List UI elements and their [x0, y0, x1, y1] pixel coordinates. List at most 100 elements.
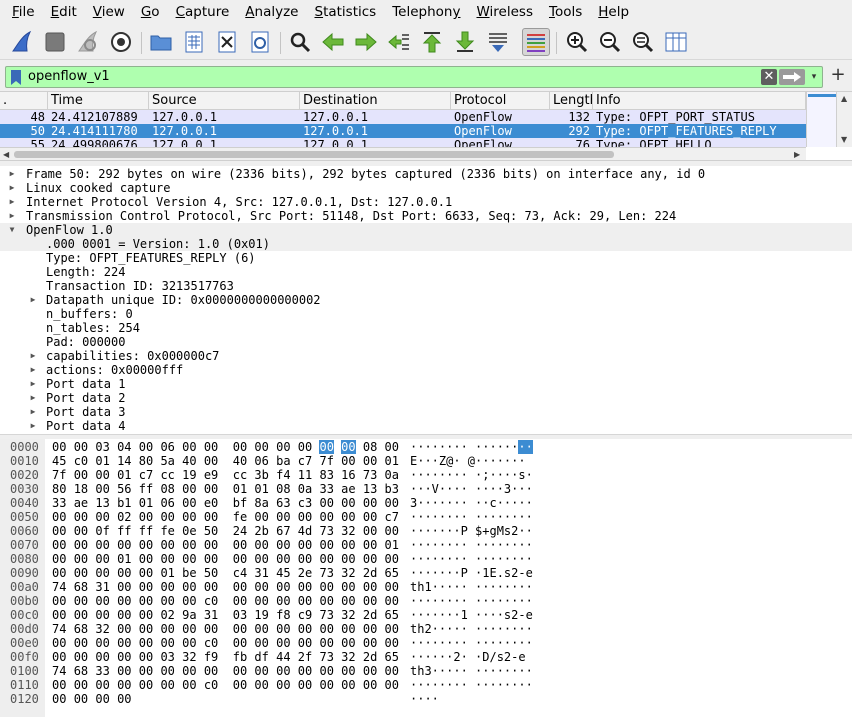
hex-byte[interactable]: 00	[160, 510, 174, 524]
colorize-button[interactable]	[522, 28, 550, 56]
hex-dump[interactable]: 00 00 00 00 00 02 9a 31 03 19 f8 c9 73 3…	[52, 608, 399, 622]
hex-byte[interactable]: ff	[139, 524, 153, 538]
hex-byte[interactable]: 19	[254, 608, 268, 622]
detail-tree-item[interactable]: n_buffers: 0	[0, 307, 852, 321]
hex-byte[interactable]: c7	[298, 454, 312, 468]
hex-byte[interactable]: 00	[204, 552, 218, 566]
hex-byte[interactable]: 00	[95, 510, 109, 524]
hex-byte[interactable]: 68	[74, 580, 88, 594]
hex-byte[interactable]: 00	[52, 594, 66, 608]
hex-byte[interactable]: ae	[341, 482, 355, 496]
hex-byte[interactable]: ff	[117, 524, 131, 538]
hex-byte[interactable]: 83	[319, 468, 333, 482]
hex-byte[interactable]: 00	[319, 636, 333, 650]
hex-byte[interactable]: 00	[319, 594, 333, 608]
hex-byte[interactable]: 2b	[254, 524, 268, 538]
hex-byte[interactable]: ba	[276, 454, 290, 468]
hex-byte[interactable]: 32	[341, 650, 355, 664]
find-packet-button[interactable]	[286, 28, 314, 56]
hex-byte[interactable]: 00	[204, 538, 218, 552]
autoscroll-button[interactable]	[484, 28, 512, 56]
hex-byte[interactable]: 00	[298, 636, 312, 650]
hex-byte[interactable]: 00	[52, 692, 66, 706]
hex-byte[interactable]: 00	[276, 538, 290, 552]
display-filter-field[interactable]: openflow_v1 ✕ ▾	[5, 66, 823, 88]
hex-byte[interactable]: 13	[363, 482, 377, 496]
chevron-down-icon[interactable]: ▼	[7, 223, 17, 237]
hex-byte[interactable]: 00	[74, 692, 88, 706]
hex-byte[interactable]: 13	[95, 496, 109, 510]
hex-byte[interactable]: 00	[182, 678, 196, 692]
hex-byte[interactable]: 00	[254, 664, 268, 678]
hex-byte[interactable]: 40	[182, 454, 196, 468]
detail-tree-item[interactable]: ▼ OpenFlow 1.0	[0, 223, 852, 237]
hex-byte[interactable]: 00	[182, 580, 196, 594]
detail-tree-item[interactable]: ▶ Datapath unique ID: 0x0000000000000002	[0, 293, 852, 307]
hex-byte[interactable]: 00	[363, 636, 377, 650]
hex-byte[interactable]: 00	[363, 538, 377, 552]
hex-byte[interactable]: 00	[254, 622, 268, 636]
hex-byte[interactable]: 00	[341, 440, 356, 454]
hex-byte[interactable]: be	[182, 566, 196, 580]
hex-byte[interactable]: 2f	[298, 650, 312, 664]
display-filter-input[interactable]: openflow_v1	[28, 68, 110, 86]
ascii-dump[interactable]: th2····· ········	[410, 622, 533, 636]
hex-byte[interactable]: e0	[204, 496, 218, 510]
hex-byte[interactable]: 00	[182, 664, 196, 678]
hex-byte[interactable]: 7f	[52, 468, 66, 482]
detail-tree-item[interactable]: ▶ capabilities: 0x000000c7	[0, 349, 852, 363]
hex-byte[interactable]: 00	[341, 538, 355, 552]
hex-byte[interactable]: c7	[139, 468, 153, 482]
hex-byte[interactable]: 01	[95, 454, 109, 468]
hex-byte[interactable]: f8	[276, 608, 290, 622]
hex-byte[interactable]: 00	[385, 552, 399, 566]
hex-byte[interactable]: 00	[298, 510, 312, 524]
ascii-dump[interactable]: th3····· ········	[410, 664, 533, 678]
hex-byte[interactable]: 03	[233, 608, 247, 622]
hex-byte[interactable]: 00	[319, 440, 334, 454]
hex-byte[interactable]: 00	[204, 510, 218, 524]
hex-byte[interactable]: 00	[160, 636, 174, 650]
hex-byte[interactable]: 00	[139, 538, 153, 552]
hex-byte[interactable]: 2e	[298, 566, 312, 580]
hex-byte[interactable]: 00	[363, 664, 377, 678]
ascii-dump[interactable]: ········ ········	[410, 636, 533, 650]
hex-dump[interactable]: 74 68 32 00 00 00 00 00 00 00 00 00 00 0…	[52, 622, 399, 636]
hex-byte[interactable]: 08	[276, 482, 290, 496]
hex-byte[interactable]: 00	[204, 622, 218, 636]
close-file-button[interactable]	[213, 28, 241, 56]
hex-byte[interactable]: 00	[117, 692, 131, 706]
hex-byte[interactable]: 2d	[363, 650, 377, 664]
hex-byte[interactable]: 00	[117, 580, 131, 594]
hex-byte[interactable]: 00	[74, 524, 88, 538]
column-header[interactable]: Source	[149, 92, 300, 110]
detail-tree-item[interactable]: Type: OFPT_FEATURES_REPLY (6)	[0, 251, 852, 265]
chevron-right-icon[interactable]: ▶	[28, 349, 38, 363]
hex-byte[interactable]: 33	[52, 496, 66, 510]
hex-byte[interactable]: f4	[276, 468, 290, 482]
hex-byte[interactable]: 00	[319, 496, 333, 510]
hex-byte[interactable]: 00	[95, 538, 109, 552]
hex-byte[interactable]: 00	[74, 468, 88, 482]
hex-byte[interactable]: 45	[52, 454, 66, 468]
resize-columns-button[interactable]	[662, 28, 690, 56]
hex-byte[interactable]: 45	[276, 566, 290, 580]
chevron-right-icon[interactable]: ▶	[7, 209, 17, 223]
ascii-dump[interactable]: ········ ········	[410, 510, 533, 524]
restart-capture-button[interactable]	[74, 28, 102, 56]
ascii-dump[interactable]: ·······P ·1E.s2-e	[410, 566, 533, 580]
hex-byte[interactable]: 00	[52, 566, 66, 580]
hex-byte[interactable]: 00	[117, 538, 131, 552]
hex-byte[interactable]: 00	[139, 594, 153, 608]
ascii-dump[interactable]: ········ ········	[410, 594, 533, 608]
hex-byte[interactable]: 00	[139, 552, 153, 566]
hex-byte[interactable]: 00	[319, 664, 333, 678]
hex-byte[interactable]: 0a	[385, 468, 399, 482]
hex-byte[interactable]: 00	[385, 496, 399, 510]
hex-byte[interactable]: 00	[139, 566, 153, 580]
hex-byte[interactable]: 65	[385, 650, 399, 664]
hex-byte[interactable]: 00	[276, 552, 290, 566]
hex-byte[interactable]: 00	[52, 440, 66, 454]
hex-byte[interactable]: 00	[74, 440, 88, 454]
hex-byte[interactable]: 00	[95, 692, 109, 706]
